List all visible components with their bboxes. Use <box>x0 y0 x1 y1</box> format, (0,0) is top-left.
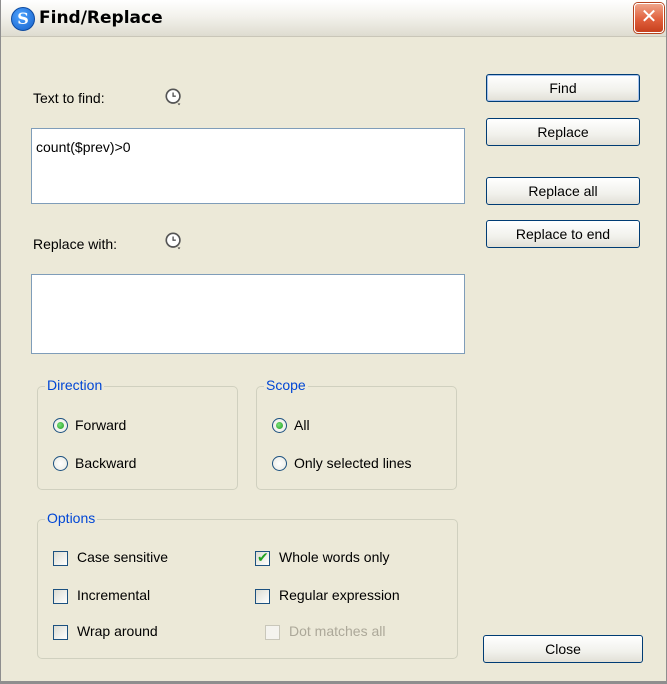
options-group-title: Options <box>45 510 98 526</box>
close-button[interactable]: Close <box>483 635 643 663</box>
backward-radio[interactable] <box>53 456 68 471</box>
whole-words-only-checkbox[interactable] <box>255 549 270 566</box>
text-to-find-label: Text to find: <box>33 90 105 106</box>
incremental-label: Incremental <box>77 587 151 603</box>
app-logo-icon: S <box>11 7 35 31</box>
direction-group <box>37 386 238 490</box>
text-to-find-value: count($prev)>0 <box>36 139 131 155</box>
find-button[interactable]: Find <box>486 74 640 102</box>
replace-history-icon[interactable] <box>164 232 184 252</box>
forward-label: Forward <box>75 417 127 433</box>
dialog-title: Find/Replace <box>39 8 163 28</box>
find-history-icon[interactable] <box>164 88 184 108</box>
case-sensitive-checkbox[interactable] <box>53 551 68 566</box>
only-selected-lines-label: Only selected lines <box>294 455 412 471</box>
close-window-button[interactable]: ✕ <box>634 3 664 33</box>
incremental-checkbox[interactable] <box>53 589 68 604</box>
find-replace-dialog: S Find/Replace ✕ Text to find: count($pr… <box>0 0 667 684</box>
only-selected-lines-radio[interactable] <box>272 456 287 471</box>
dot-matches-all-label: Dot matches all <box>289 623 386 639</box>
replace-with-label-text: Replace with: <box>33 236 118 252</box>
regular-expression-checkbox[interactable] <box>255 589 270 604</box>
whole-words-only-label: Whole words only <box>279 549 390 565</box>
replace-all-button[interactable]: Replace all <box>486 177 640 205</box>
replace-to-end-button[interactable]: Replace to end <box>486 220 640 248</box>
backward-label: Backward <box>75 455 137 471</box>
wrap-around-label: Wrap around <box>77 623 158 639</box>
dot-matches-all-checkbox <box>265 625 280 640</box>
replace-with-input[interactable] <box>31 274 465 354</box>
text-to-find-label-text: Text to find: <box>33 90 105 106</box>
scope-group-title: Scope <box>264 377 308 393</box>
forward-radio[interactable] <box>53 418 68 433</box>
scope-group <box>256 386 457 490</box>
title-bar[interactable]: S Find/Replace ✕ <box>1 0 666 37</box>
case-sensitive-label: Case sensitive <box>77 549 169 565</box>
text-to-find-input[interactable]: count($prev)>0 <box>31 128 465 204</box>
replace-button[interactable]: Replace <box>486 118 640 146</box>
scope-all-label: All <box>294 417 310 433</box>
scope-all-radio[interactable] <box>272 418 287 433</box>
wrap-around-checkbox[interactable] <box>53 625 68 640</box>
direction-group-title: Direction <box>45 377 105 393</box>
replace-with-label: Replace with: <box>33 236 117 252</box>
regular-expression-label: Regular expression <box>279 587 400 603</box>
